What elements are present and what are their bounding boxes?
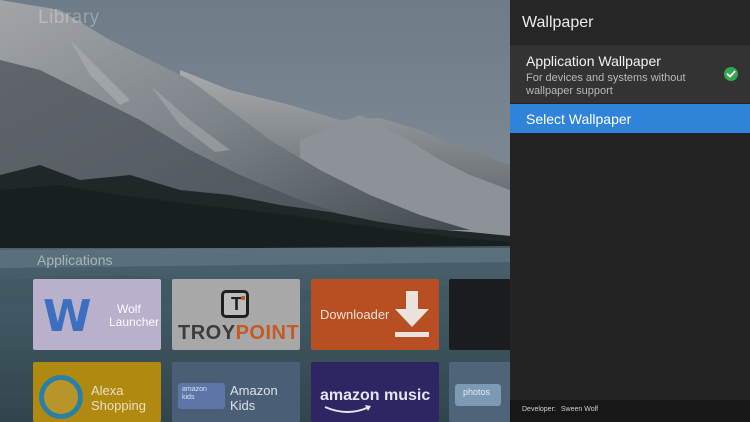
- troypoint-logo-dot: [241, 296, 245, 300]
- wallpaper-settings-panel: Wallpaper Application Wallpaper For devi…: [510, 0, 750, 422]
- app-tile-amazon-kids[interactable]: amazon kids Amazon Kids: [172, 362, 300, 422]
- app-tile-troypoint[interactable]: T TROYPOINT: [172, 279, 300, 350]
- app-tile-amazon-music[interactable]: amazon music: [311, 362, 439, 422]
- developer-footer: Developer: Sween Wolf: [510, 400, 750, 422]
- wolf-launcher-logo-icon: W: [43, 291, 92, 342]
- amazon-kids-label-line2: Kids: [230, 398, 256, 413]
- app-tile-alexa-shopping[interactable]: Alexa Shopping: [33, 362, 161, 422]
- amazon-photos-badge-text: photos: [463, 387, 491, 397]
- option-application-wallpaper[interactable]: Application Wallpaper For devices and sy…: [510, 45, 750, 103]
- troypoint-wordmark-part2: POINT: [235, 322, 300, 344]
- alexa-shopping-label-line1: Alexa: [91, 383, 124, 398]
- alexa-shopping-label-line2: Shopping: [91, 398, 146, 413]
- wolf-launcher-label-line2: Launcher: [109, 315, 160, 329]
- troypoint-wordmark: TROYPOINT: [178, 322, 299, 345]
- amazon-kids-label-line1: Amazon: [230, 383, 278, 398]
- download-arrow-icon: [395, 291, 429, 337]
- option-application-wallpaper-title: Application Wallpaper: [526, 53, 661, 69]
- troypoint-wordmark-part1: TROY: [178, 322, 236, 344]
- panel-header: Wallpaper: [510, 0, 750, 44]
- alexa-shopping-label: Alexa Shopping: [91, 383, 146, 413]
- applications-section-label: Applications: [37, 252, 113, 268]
- amazon-music-label: amazon music: [320, 387, 431, 404]
- screen: Library Applications W Wolf Launcher T T…: [0, 0, 750, 422]
- alexa-ring-icon: [39, 375, 83, 419]
- developer-name: Sween Wolf: [560, 406, 599, 413]
- developer-label: Developer:: [522, 406, 556, 413]
- amazon-kids-badge-line2: kids: [182, 394, 195, 401]
- app-tile-downloader[interactable]: Downloader: [311, 279, 439, 350]
- amazon-kids-badge-line1: amazon: [182, 386, 207, 393]
- downloader-label: Downloader: [320, 307, 390, 322]
- wolf-launcher-label: Wolf Launcher: [109, 303, 159, 329]
- option-select-wallpaper[interactable]: Select Wallpaper: [510, 104, 750, 133]
- amazon-kids-badge-text: amazon kids: [182, 386, 207, 402]
- app-tile-amazon-photos[interactable]: photos: [449, 362, 511, 422]
- panel-title: Wallpaper: [522, 14, 594, 31]
- option-application-wallpaper-description: For devices and systems without wallpape…: [526, 72, 686, 97]
- app-tile-partial-dark[interactable]: [449, 279, 511, 350]
- amazon-kids-badge-icon: amazon kids: [178, 383, 225, 409]
- background-dim-overlay: [0, 0, 510, 422]
- option-select-wallpaper-label: Select Wallpaper: [526, 111, 632, 127]
- developer-credit: Developer: Sween Wolf: [522, 406, 603, 413]
- amazon-kids-label: Amazon Kids: [230, 383, 278, 413]
- troypoint-logo-icon: T: [221, 290, 249, 318]
- app-tile-wolf-launcher[interactable]: W Wolf Launcher: [33, 279, 161, 350]
- amazon-smile-icon: [324, 405, 371, 413]
- check-circle-icon: [724, 67, 738, 81]
- faded-page-title: Library: [38, 7, 100, 28]
